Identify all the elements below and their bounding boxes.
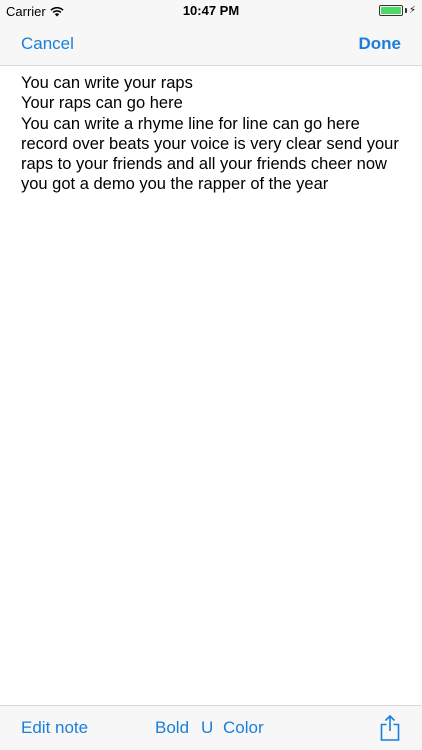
bolt-icon: ⚡	[408, 4, 416, 16]
cancel-button[interactable]: Cancel	[21, 34, 74, 54]
underline-button[interactable]: U	[201, 718, 213, 738]
note-line: Your raps can go here	[21, 94, 183, 113]
note-line: You can write a rhyme line for line can …	[21, 114, 399, 194]
status-bar: Carrier 10:47 PM ⚡	[0, 0, 422, 22]
bottom-toolbar: Edit note Bold U Color	[0, 705, 422, 750]
battery-indicator: ⚡	[378, 4, 416, 16]
edit-note-button[interactable]: Edit note	[21, 718, 88, 738]
note-line: You can write your raps	[21, 74, 193, 92]
nav-bar: Cancel Done	[0, 22, 422, 66]
done-button[interactable]: Done	[359, 34, 402, 54]
share-icon[interactable]	[380, 715, 400, 741]
color-button[interactable]: Color	[223, 718, 264, 738]
note-text-area[interactable]: You can write your raps Your raps can go…	[21, 73, 406, 195]
status-time: 10:47 PM	[182, 3, 240, 18]
battery-fill	[380, 7, 401, 14]
battery-icon	[378, 5, 403, 16]
battery-tip	[404, 8, 407, 13]
bold-button[interactable]: Bold	[155, 718, 189, 738]
